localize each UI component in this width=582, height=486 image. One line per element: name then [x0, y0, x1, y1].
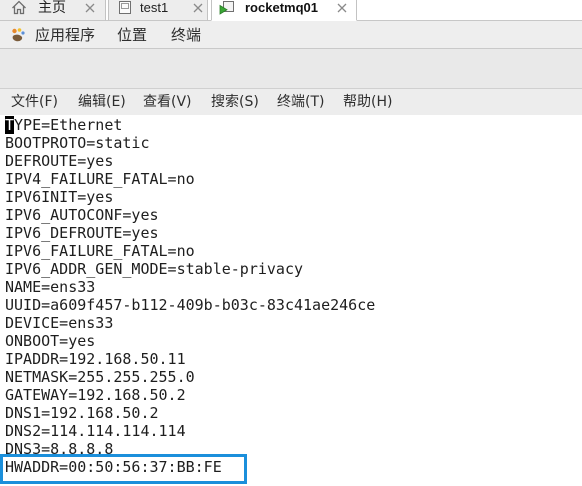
terminal-line: UUID=a609f457-b112-409b-b03c-83c41ae246c…: [5, 296, 376, 314]
home-icon: [11, 0, 27, 15]
terminal-lines: TYPE=Ethernet BOOTPROTO=static DEFROUTE=ye…: [0, 115, 582, 484]
running-virtual-machine-icon: [219, 0, 235, 15]
terminal-line: IPV6_FAILURE_FATAL=no: [5, 242, 195, 260]
terminal-line: DEFROUTE=yes: [5, 152, 114, 170]
terminal-app-menu-label: 终端: [171, 26, 202, 44]
applications-menu-label: 应用程序: [35, 26, 96, 44]
highlighted-terminal-line: HWADDR=00:50:56:37:BB:FE: [0, 454, 582, 484]
applications-menu[interactable]: 应用程序: [10, 21, 95, 48]
menu-view[interactable]: 查看(V): [143, 89, 192, 115]
terminal-line: IPV6_DEFROUTE=yes: [5, 224, 159, 242]
terminal-line: DNS3=8.8.8.8: [5, 440, 114, 458]
menu-search[interactable]: 搜索(S): [211, 89, 259, 115]
tab-close-button[interactable]: [336, 2, 348, 14]
menu-file[interactable]: 文件(F): [11, 89, 58, 115]
tab-close-button[interactable]: [84, 2, 96, 14]
terminal-app-menu[interactable]: 终端: [171, 21, 201, 48]
terminal-line: NAME=ens33: [5, 278, 96, 296]
terminal-line: IPV6_ADDR_GEN_MODE=stable-privacy: [5, 260, 304, 278]
terminal-line: IPV6INIT=yes: [5, 188, 114, 206]
tab-rocketmq01[interactable]: rocketmq01: [211, 0, 357, 21]
tab-test1[interactable]: test1: [108, 0, 208, 21]
terminal-line: IPV4_FAILURE_FATAL=no: [5, 170, 195, 188]
terminal-line: DNS2=114.114.114.114: [5, 422, 186, 440]
applications-icon: [10, 26, 27, 43]
close-icon: [85, 3, 95, 13]
window-title-area: [0, 49, 582, 88]
tab-close-button[interactable]: [192, 2, 204, 14]
vm-tab-bar: 主页 test1 rocketmq01: [0, 0, 582, 21]
terminal-output[interactable]: TYPE=Ethernet BOOTPROTO=static DEFROUTE=ye…: [0, 115, 582, 486]
terminal-menu-bar: 文件(F) 编辑(E) 查看(V) 搜索(S) 终端(T) 帮助(H): [0, 88, 582, 115]
menu-edit[interactable]: 编辑(E): [78, 89, 126, 115]
text-cursor: T: [5, 116, 15, 134]
terminal-line: ONBOOT=yes: [5, 332, 96, 350]
terminal-line: GATEWAY=192.168.50.2: [5, 386, 186, 404]
terminal-line: IPV6_AUTOCONF=yes: [5, 206, 159, 224]
desktop-top-bar: 应用程序 位置 终端: [0, 21, 582, 49]
terminal-line: DNS1=192.168.50.2: [5, 404, 159, 422]
terminal-line: BOOTPROTO=static: [5, 134, 150, 152]
terminal-line: DEVICE=ens33: [5, 314, 114, 332]
virtual-machine-icon: [118, 0, 132, 15]
tab-label: 主页: [38, 0, 66, 15]
close-icon: [193, 3, 203, 13]
terminal-line: NETMASK=255.255.255.0: [5, 368, 195, 386]
places-menu[interactable]: 位置: [117, 21, 147, 48]
menu-terminal[interactable]: 终端(T): [277, 89, 324, 115]
close-icon: [337, 3, 347, 13]
places-menu-label: 位置: [117, 26, 148, 44]
tab-label: test1: [140, 0, 169, 15]
terminal-line: TYPE=Ethernet: [5, 116, 123, 134]
tab-label: rocketmq01: [245, 0, 318, 15]
terminal-line: IPADDR=192.168.50.11: [5, 350, 186, 368]
menu-help[interactable]: 帮助(H): [343, 89, 392, 115]
highlight-box: [0, 454, 247, 484]
tab-home[interactable]: 主页: [0, 0, 106, 21]
